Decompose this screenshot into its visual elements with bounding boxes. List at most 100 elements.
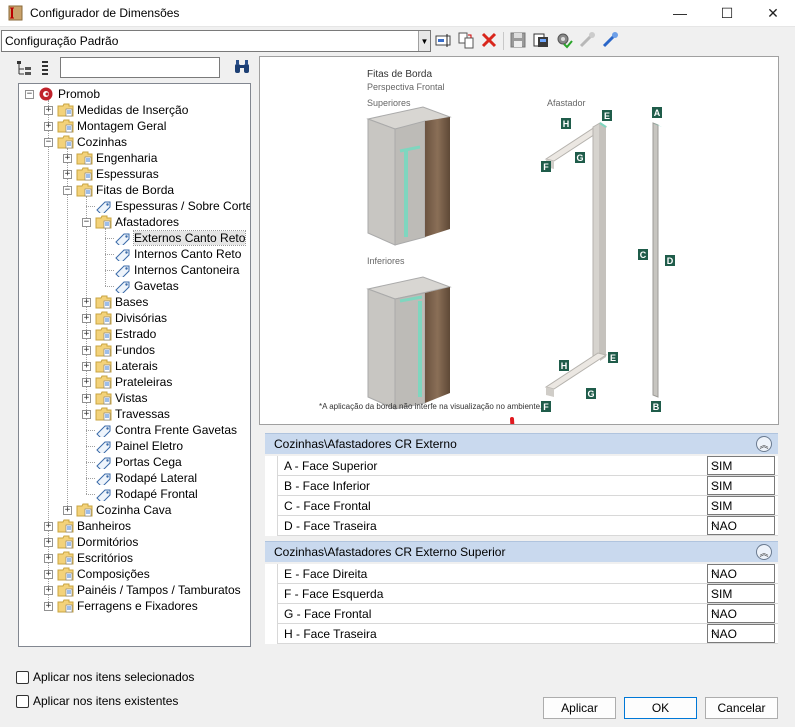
tree-item[interactable]: Contra Frente Gavetas <box>95 422 237 438</box>
tree-item[interactable]: Internos Canto Reto <box>114 246 241 262</box>
property-value-select[interactable]: NAO ⌵ <box>707 516 775 535</box>
expand-icon[interactable]: + <box>44 586 53 595</box>
delete-config-icon[interactable] <box>480 31 498 49</box>
tree-item[interactable]: Banheiros <box>57 518 131 534</box>
tree-item[interactable]: Gavetas <box>114 278 179 294</box>
folder-icon <box>57 599 74 613</box>
chevron-down-icon[interactable]: ▼ <box>418 31 430 51</box>
expand-icon[interactable]: + <box>82 362 91 371</box>
tree-item[interactable]: Laterais <box>95 358 158 374</box>
property-section-header[interactable]: Cozinhas\Afastadores CR Externo ︽ <box>265 433 778 454</box>
copy-config-icon[interactable] <box>457 31 475 49</box>
tree-item[interactable]: Painéis / Tampos / Tamburatos <box>57 582 241 598</box>
property-value-select[interactable]: NAO ⌵ <box>707 564 775 583</box>
tree-item[interactable]: Portas Cega <box>95 454 182 470</box>
tag-icon <box>96 457 111 469</box>
tree-search-input[interactable] <box>60 57 220 78</box>
binoculars-icon[interactable] <box>233 59 251 75</box>
close-window-button[interactable]: ✕ <box>750 0 795 26</box>
expand-icon[interactable]: + <box>82 298 91 307</box>
property-value-select[interactable]: NAO ⌵ <box>707 604 775 623</box>
expand-icon[interactable]: + <box>82 394 91 403</box>
tree-item[interactable]: Cozinhas <box>57 134 127 150</box>
tree-item-label: Rodapé Frontal <box>115 487 198 501</box>
collapse-section-icon[interactable]: ︽ <box>756 436 772 452</box>
tree-item[interactable]: Estrado <box>95 326 156 342</box>
tree-item[interactable]: Externos Canto Reto <box>114 230 247 246</box>
tree-item[interactable]: Fitas de Borda <box>76 182 174 198</box>
tree-item[interactable]: Dormitórios <box>57 534 138 550</box>
property-section-header[interactable]: Cozinhas\Afastadores CR Externo Superior… <box>265 541 778 562</box>
save-icon[interactable] <box>509 31 527 49</box>
tree-item[interactable]: Bases <box>95 294 148 310</box>
expand-icon[interactable]: + <box>82 346 91 355</box>
tree-item[interactable]: Escritórios <box>57 550 133 566</box>
expand-icon[interactable]: + <box>82 330 91 339</box>
pick-icon[interactable] <box>601 31 619 49</box>
link-icon[interactable] <box>578 31 596 49</box>
tree-item[interactable]: Espessuras / Sobre Corte <box>95 198 250 214</box>
tree-item[interactable]: Internos Cantoneira <box>114 262 239 278</box>
tree-collapse-icon[interactable] <box>38 60 54 76</box>
export-icon[interactable] <box>532 31 550 49</box>
ok-button[interactable]: OK <box>624 697 697 719</box>
tree-item[interactable]: Medidas de Inserção <box>57 102 188 118</box>
tree-item[interactable]: Rodapé Frontal <box>95 486 198 502</box>
folder-icon <box>57 135 74 149</box>
tree-item[interactable]: Divisórias <box>95 310 167 326</box>
tree-item[interactable]: Promob <box>38 86 100 102</box>
settings-gear-icon[interactable] <box>555 31 573 49</box>
expand-icon[interactable]: + <box>44 538 53 547</box>
tree-item[interactable]: Prateleiras <box>95 374 172 390</box>
collapse-icon[interactable]: − <box>25 90 34 99</box>
expand-icon[interactable]: + <box>82 314 91 323</box>
tree-item[interactable]: Afastadores <box>95 214 179 230</box>
expand-icon[interactable]: + <box>44 122 53 131</box>
collapse-icon[interactable]: − <box>82 218 91 227</box>
apply-existing-checkbox[interactable] <box>16 695 29 708</box>
tree-item[interactable]: Travessas <box>95 406 170 422</box>
expand-icon[interactable]: + <box>44 106 53 115</box>
apply-button[interactable]: Aplicar <box>543 697 616 719</box>
expand-icon[interactable]: + <box>82 378 91 387</box>
expand-icon[interactable]: + <box>63 170 72 179</box>
property-value-select[interactable]: SIM ⌵ <box>707 456 775 475</box>
tree-item[interactable]: Rodapé Lateral <box>95 470 197 486</box>
property-row: H - Face Traseira NAO ⌵ <box>278 624 778 644</box>
folder-icon <box>76 503 93 517</box>
expand-icon[interactable]: + <box>63 506 72 515</box>
tree-item[interactable]: Espessuras <box>76 166 159 182</box>
tree-item[interactable]: Montagem Geral <box>57 118 166 134</box>
expand-icon[interactable]: + <box>44 522 53 531</box>
minimize-button[interactable]: — <box>657 0 703 26</box>
chevron-down-icon: ⌵ <box>711 479 719 490</box>
tree-item[interactable]: Painel Eletro <box>95 438 183 454</box>
folder-icon <box>57 551 74 565</box>
configuration-select[interactable]: Configuração Padrão ▼ <box>1 30 431 52</box>
tree-item[interactable]: Engenharia <box>76 150 157 166</box>
expand-icon[interactable]: + <box>82 410 91 419</box>
tree-item[interactable]: Fundos <box>95 342 155 358</box>
property-value-select[interactable]: SIM ⌵ <box>707 496 775 515</box>
collapse-icon[interactable]: − <box>63 186 72 195</box>
category-tree[interactable]: − Promob + Medidas de Inserção + Montagem Ger… <box>18 83 251 647</box>
cancel-button[interactable]: Cancelar <box>705 697 778 719</box>
expand-icon[interactable]: + <box>63 154 72 163</box>
property-value-select[interactable]: NAO ⌵ <box>707 624 775 643</box>
expand-icon[interactable]: + <box>44 570 53 579</box>
property-value-select[interactable]: SIM ⌵ <box>707 476 775 495</box>
expand-icon[interactable]: + <box>44 602 53 611</box>
tree-item[interactable]: Ferragens e Fixadores <box>57 598 198 614</box>
apply-selected-checkbox[interactable] <box>16 671 29 684</box>
rename-config-icon[interactable] <box>434 31 452 49</box>
tree-expand-icon[interactable] <box>16 60 32 76</box>
tree-item[interactable]: Vistas <box>95 390 147 406</box>
maximize-button[interactable]: ☐ <box>704 0 750 26</box>
tree-item[interactable]: Composições <box>57 566 150 582</box>
expand-icon[interactable]: + <box>44 554 53 563</box>
collapse-icon[interactable]: − <box>44 138 53 147</box>
tree-item[interactable]: Cozinha Cava <box>76 502 171 518</box>
collapse-section-icon[interactable]: ︽ <box>756 544 772 560</box>
property-value-select[interactable]: SIM ⌵ <box>707 584 775 603</box>
folder-icon <box>95 311 112 325</box>
